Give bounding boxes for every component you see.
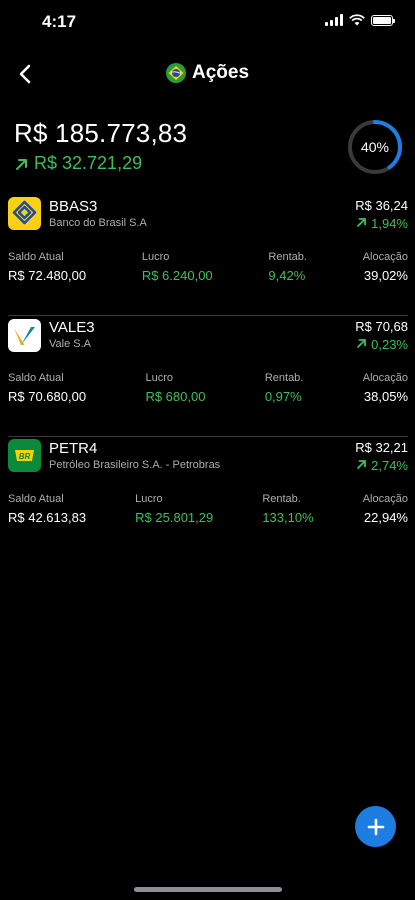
home-indicator[interactable] (134, 887, 282, 892)
metric-lucro-label: Lucro (135, 493, 163, 505)
holding-change-value: 2,74% (371, 458, 408, 473)
portfolio-summary: R$ 185.773,83 R$ 32.721,29 40% (14, 118, 404, 178)
metric-lucro: Lucro R$ 25.801,29 (135, 493, 213, 525)
status-bar: 4:17 (0, 0, 415, 44)
metric-lucro-value: R$ 25.801,29 (135, 510, 214, 525)
metric-saldo: Saldo Atual R$ 70.680,00 (8, 372, 86, 404)
metric-rentab-label: Rentab. (264, 372, 304, 384)
metric-rentab: Rentab. 9,42% (268, 251, 307, 283)
holdings-list: BBAS3 Banco do Brasil S.A R$ 36,24 1,94%… (8, 195, 408, 557)
holding-price: R$ 70,68 (355, 319, 408, 334)
holding-ticker: VALE3 (49, 319, 95, 336)
metric-alocacao: Alocação 39,02% (363, 251, 408, 283)
metric-lucro-value: R$ 6.240,00 (141, 268, 213, 283)
metric-saldo-value: R$ 70.680,00 (8, 389, 87, 404)
metric-rentab-value: 133,10% (262, 510, 314, 525)
holding-row-vale3[interactable]: VALE3 Vale S.A R$ 70,68 0,23% Saldo Atua… (8, 316, 408, 437)
metric-alocacao: Alocação 22,94% (363, 493, 408, 525)
cellular-signal-icon (325, 14, 343, 26)
holding-price: R$ 36,24 (355, 198, 408, 213)
holding-price: R$ 32,21 (355, 440, 408, 455)
metric-rentab: Rentab. 0,97% (265, 372, 304, 404)
portfolio-gain-value: R$ 32.721,29 (34, 153, 143, 173)
holding-metrics: Saldo Atual R$ 70.680,00 Lucro R$ 680,00… (8, 372, 408, 404)
holding-metrics: Saldo Atual R$ 72.480,00 Lucro R$ 6.240,… (8, 251, 408, 283)
navigation-bar: Ações (0, 56, 415, 92)
wifi-icon (349, 14, 365, 26)
holding-metrics: Saldo Atual R$ 42.613,83 Lucro R$ 25.801… (8, 493, 408, 525)
status-time: 4:17 (42, 12, 77, 31)
metric-saldo-label: Saldo Atual (8, 493, 64, 505)
status-icons (325, 14, 395, 26)
allocation-progress-label: 40% (360, 139, 390, 155)
metric-rentab-value: 0,97% (264, 389, 302, 404)
page-title-group: Ações (0, 62, 415, 84)
holding-row-petr4[interactable]: BR PETR4 Petróleo Brasileiro S.A. - Petr… (8, 437, 408, 557)
metric-saldo-label: Saldo Atual (8, 251, 64, 263)
metric-rentab-label: Rentab. (262, 493, 301, 505)
metric-lucro: Lucro R$ 680,00 (145, 372, 205, 404)
vale-logo-icon (8, 319, 41, 352)
metric-alocacao-label: Alocação (362, 372, 408, 384)
holding-ticker: BBAS3 (49, 198, 98, 215)
metric-alocacao-value: 39,02% (363, 268, 408, 283)
metric-rentab-value: 9,42% (268, 268, 306, 283)
metric-alocacao-label: Alocação (362, 251, 408, 263)
metric-saldo-value: R$ 42.613,83 (8, 510, 87, 525)
arrow-up-right-icon (16, 158, 27, 170)
metric-alocacao-value: 38,05% (363, 389, 408, 404)
holding-company: Vale S.A (49, 338, 91, 350)
battery-icon (371, 14, 395, 26)
metric-alocacao: Alocação 38,05% (363, 372, 408, 404)
plus-icon (367, 818, 384, 835)
metric-saldo: Saldo Atual R$ 42.613,83 (8, 493, 86, 525)
metric-alocacao-label: Alocação (362, 493, 408, 505)
holding-change: 1,94% (356, 216, 408, 231)
metric-lucro-value: R$ 680,00 (145, 389, 206, 404)
metric-lucro: Lucro R$ 6.240,00 (142, 251, 213, 283)
metric-saldo-label: Saldo Atual (8, 372, 64, 384)
holding-change: 0,23% (356, 337, 408, 352)
page-title: Ações (191, 62, 250, 83)
svg-text:BR: BR (19, 452, 31, 461)
arrow-up-right-icon (356, 218, 366, 227)
holding-change-value: 1,94% (371, 216, 408, 231)
add-asset-button[interactable] (355, 806, 396, 847)
holding-ticker: PETR4 (49, 440, 98, 457)
brazil-flag-icon (165, 63, 186, 83)
arrow-up-right-icon (356, 339, 366, 348)
metric-rentab: Rentab. 133,10% (262, 493, 313, 525)
petrobras-logo-icon: BR (8, 439, 41, 472)
holding-change: 2,74% (356, 458, 408, 473)
arrow-up-right-icon (356, 460, 366, 469)
holding-company: Petróleo Brasileiro S.A. - Petrobras (49, 459, 221, 471)
metric-saldo: Saldo Atual R$ 72.480,00 (8, 251, 86, 283)
metric-lucro-label: Lucro (145, 372, 173, 384)
holding-company: Banco do Brasil S.A (49, 217, 147, 229)
metric-lucro-label: Lucro (141, 251, 170, 263)
banco-do-brasil-logo-icon (8, 197, 41, 230)
holding-row-bbas3[interactable]: BBAS3 Banco do Brasil S.A R$ 36,24 1,94%… (8, 195, 408, 316)
holding-change-value: 0,23% (371, 337, 408, 352)
metric-alocacao-value: 22,94% (363, 510, 408, 525)
metric-rentab-label: Rentab. (268, 251, 307, 263)
metric-saldo-value: R$ 72.480,00 (8, 268, 87, 283)
